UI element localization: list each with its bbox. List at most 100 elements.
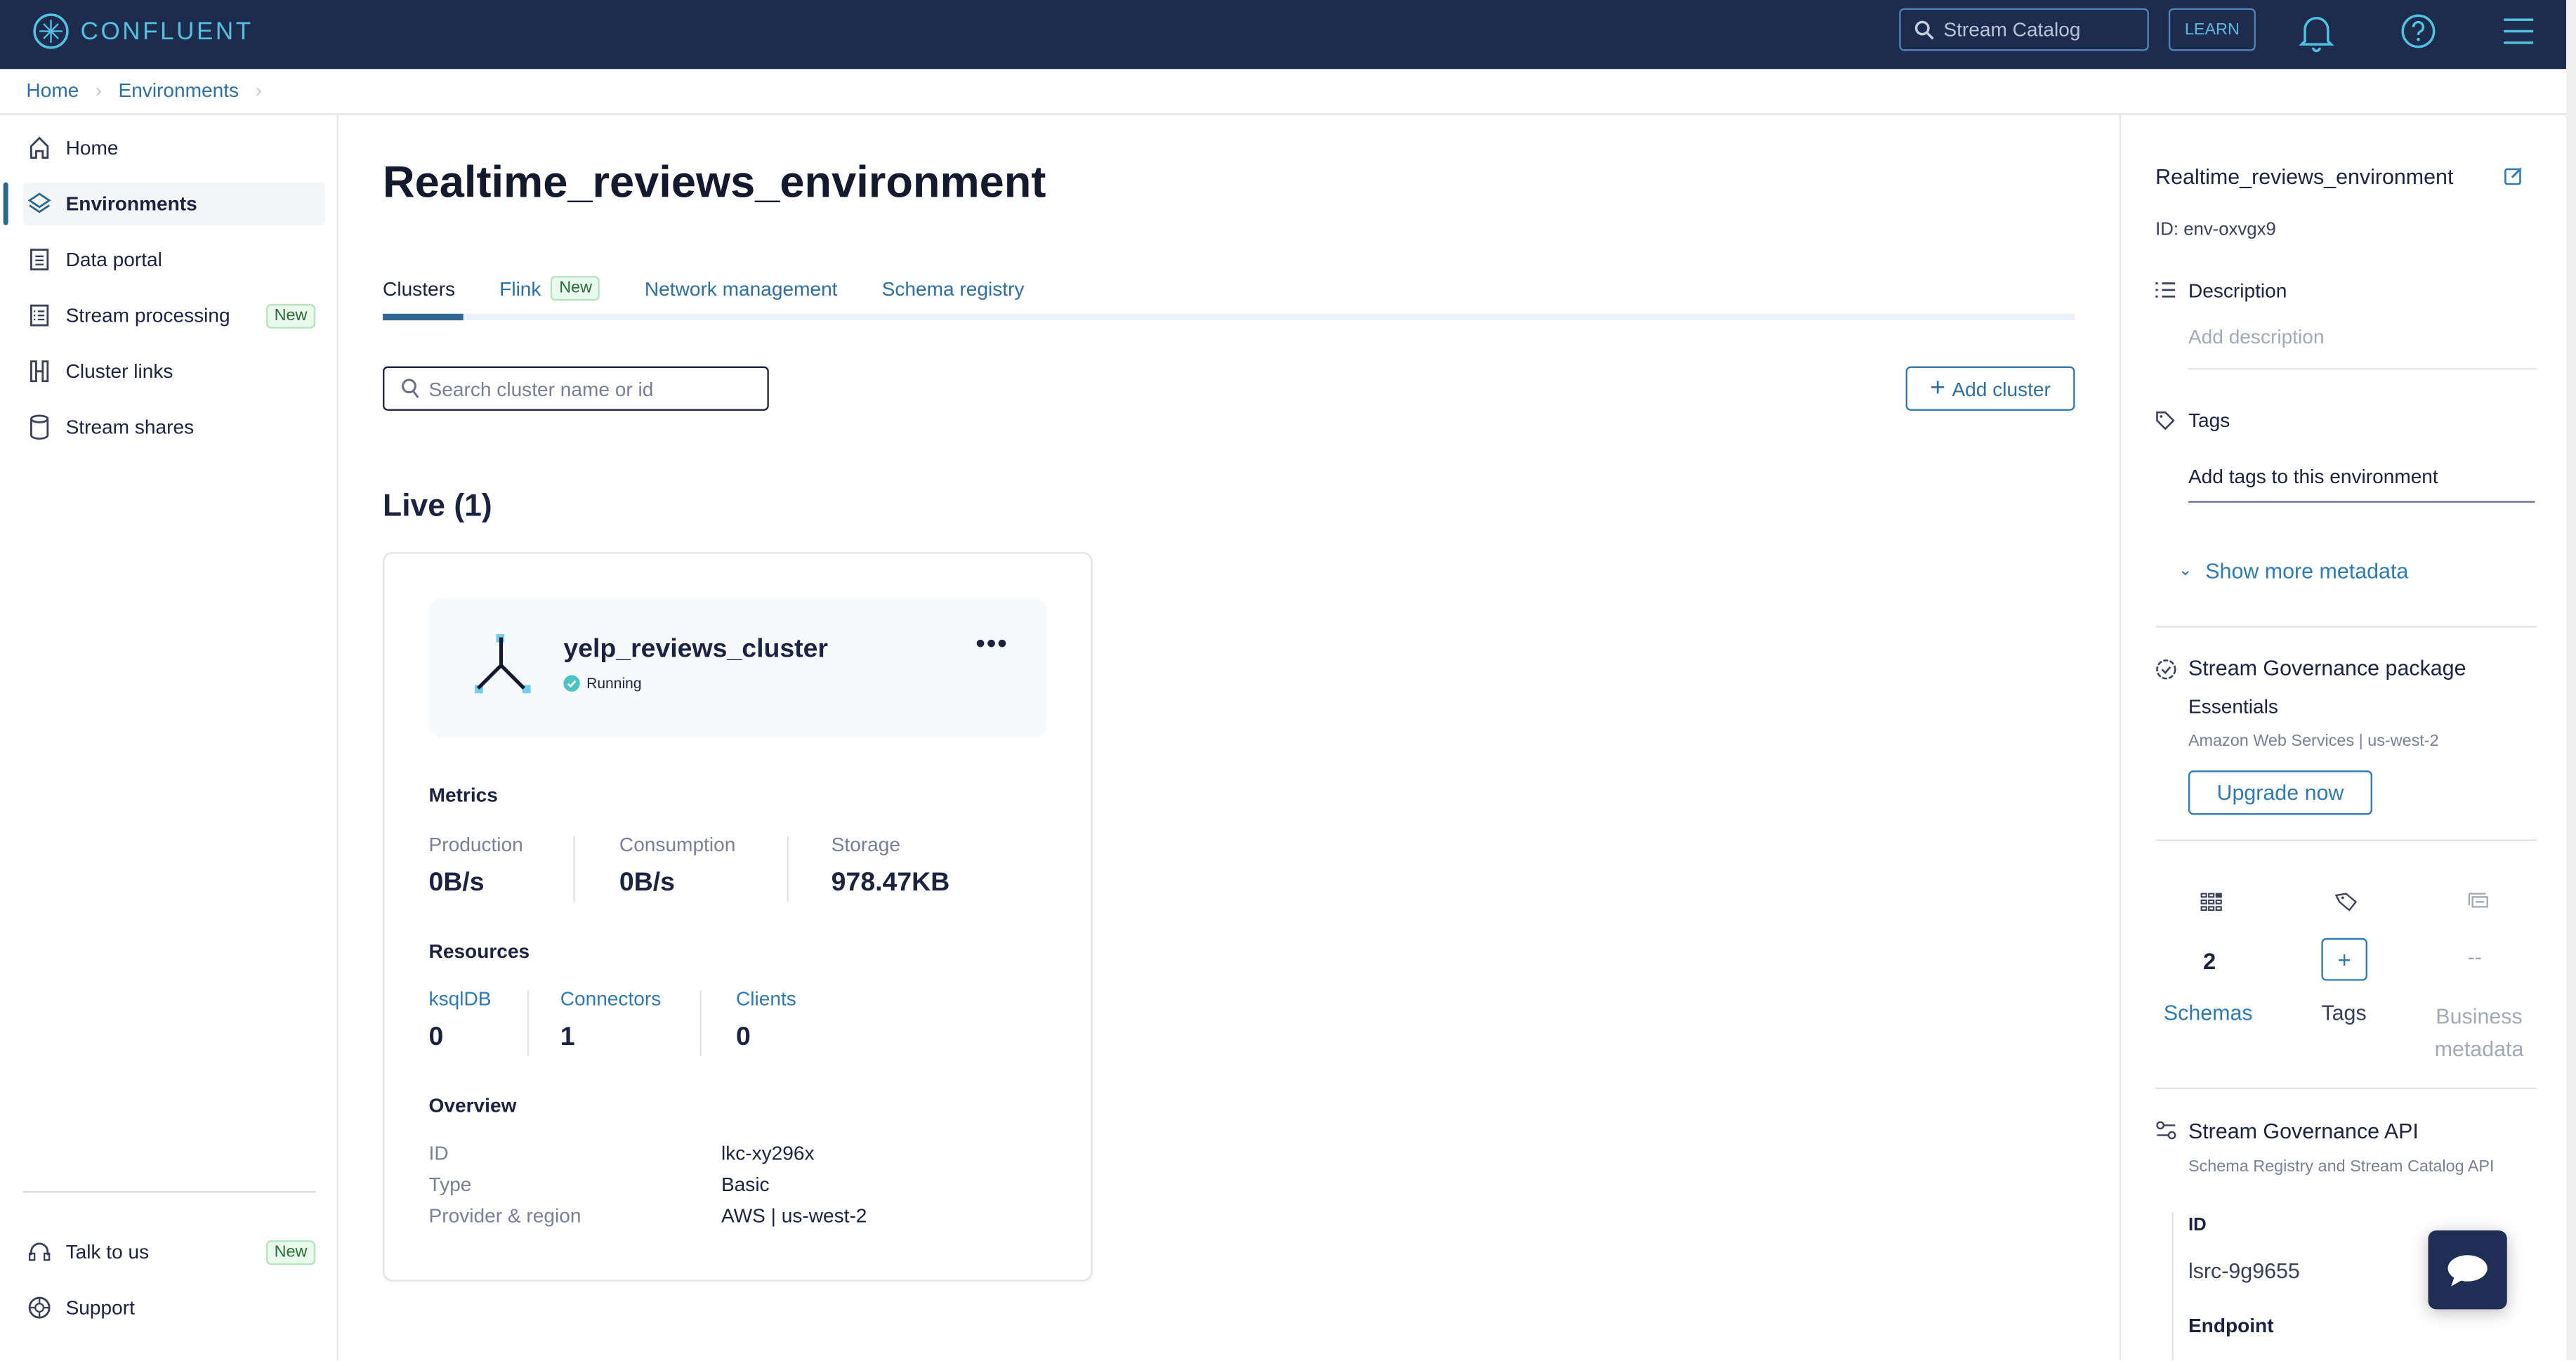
search-placeholder: Search cluster name or id <box>428 376 654 400</box>
sidebar-item-support[interactable]: Support <box>23 1287 325 1329</box>
cluster-card-header: yelp_reviews_cluster Running ••• <box>428 598 1047 738</box>
sidebar-item-stream-shares[interactable]: Stream shares <box>23 406 325 449</box>
cluster-card[interactable]: yelp_reviews_cluster Running ••• Metrics… <box>383 552 1093 1282</box>
api-title: Stream Governance API <box>2188 1119 2419 1144</box>
sidebar-item-home[interactable]: Home <box>23 126 325 169</box>
cluster-status: Running <box>563 675 642 692</box>
divider <box>2155 839 2537 841</box>
headset-icon <box>26 1240 52 1263</box>
breadcrumb: Home › Environments › <box>26 79 261 102</box>
new-badge: New <box>265 1240 316 1265</box>
sidebar-item-data-portal[interactable]: Data portal <box>23 238 325 281</box>
resource-link-ksqldb[interactable]: ksqlDB <box>429 987 492 1011</box>
breadcrumb-home[interactable]: Home <box>26 79 79 102</box>
cluster-search-input[interactable]: Search cluster name or id <box>383 366 769 411</box>
tags-stat-label: Tags <box>2321 1000 2367 1025</box>
tab-active-indicator <box>383 313 464 321</box>
menu-icon[interactable] <box>2500 16 2536 46</box>
list-icon <box>26 304 52 327</box>
link-icon <box>26 360 52 383</box>
resources-heading: Resources <box>428 940 530 963</box>
tab-label: Flink <box>499 277 541 300</box>
resource-value: 0 <box>428 1023 444 1052</box>
stream-catalog-search[interactable]: Stream Catalog <box>1899 8 2149 51</box>
scrollbar[interactable] <box>2565 0 2576 1360</box>
metric-value: 978.47KB <box>831 869 950 898</box>
check-circle-icon <box>563 675 580 692</box>
resource-link-clients[interactable]: Clients <box>736 987 796 1011</box>
tabs: Clusters Flink New Network management Sch… <box>383 276 1069 301</box>
tab-flink[interactable]: Flink New <box>499 276 600 301</box>
api-settings-icon <box>2156 1121 2176 1140</box>
schemas-link[interactable]: Schemas <box>2164 1001 2253 1025</box>
chat-button[interactable] <box>2428 1230 2507 1310</box>
breadcrumb-environments[interactable]: Environments <box>118 79 239 102</box>
sidebar-item-cluster-links[interactable]: Cluster links <box>23 350 325 393</box>
chevron-right-icon: › <box>255 79 262 103</box>
add-tag-button[interactable]: + <box>2321 938 2367 981</box>
help-icon[interactable] <box>2400 13 2436 49</box>
tags-label: Tags <box>2188 409 2230 433</box>
cluster-name[interactable]: yelp_reviews_cluster <box>563 636 828 665</box>
business-metadata-icon <box>2468 893 2488 908</box>
tab-network-management[interactable]: Network management <box>645 276 838 301</box>
sidebar-item-label: Environments <box>65 192 197 216</box>
divider <box>527 990 530 1057</box>
bell-icon[interactable] <box>2299 13 2334 53</box>
overview-label: Type <box>428 1173 472 1197</box>
status-label: Running <box>586 675 642 692</box>
live-heading: Live (1) <box>383 489 492 525</box>
governance-title: Stream Governance package <box>2188 655 2466 680</box>
lifebuoy-icon <box>26 1296 52 1320</box>
confluent-logo-icon <box>33 13 69 49</box>
tag-icon <box>2334 893 2358 912</box>
divider <box>2155 1087 2537 1089</box>
api-id-value: lsrc-9g9655 <box>2188 1258 2300 1283</box>
tab-label: Network management <box>644 277 838 300</box>
plus-icon: + <box>1930 374 1946 402</box>
chevron-right-icon: › <box>95 79 103 103</box>
learn-button[interactable]: LEARN <box>2168 8 2256 51</box>
divider <box>787 836 789 902</box>
governance-tier: Essentials <box>2188 695 2278 718</box>
page-title: Realtime_reviews_environment <box>383 157 1046 207</box>
tab-clusters[interactable]: Clusters <box>383 276 455 301</box>
document-icon <box>26 248 52 271</box>
more-options-icon[interactable]: ••• <box>976 631 1008 660</box>
environment-id: ID: env-oxvgx9 <box>2155 220 2276 240</box>
new-badge: New <box>265 303 316 328</box>
add-cluster-button[interactable]: + Add cluster <box>1905 366 2075 411</box>
edit-icon[interactable] <box>2504 166 2523 185</box>
confluent-logo[interactable]: CONFLUENT <box>33 13 254 49</box>
show-more-metadata-button[interactable]: ⌄ Show more metadata <box>2179 558 2408 583</box>
description-input[interactable]: Add description <box>2188 325 2537 370</box>
search-icon <box>402 379 419 399</box>
metric-label: Storage <box>831 833 901 856</box>
tab-label: Clusters <box>383 277 456 300</box>
new-badge: New <box>551 276 600 301</box>
grid-icon <box>2200 893 2222 912</box>
sidebar-item-label: Home <box>65 136 119 159</box>
home-icon <box>26 136 52 159</box>
overview-value: Basic <box>721 1173 770 1197</box>
tab-schema-registry[interactable]: Schema registry <box>882 276 1025 301</box>
cylinder-icon <box>26 414 52 440</box>
sidebar-item-talk-to-us[interactable]: Talk to us New <box>23 1230 325 1273</box>
schemas-count: 2 <box>2203 947 2216 975</box>
sidebar-item-label: Stream processing <box>65 303 230 327</box>
sidebar-item-stream-processing[interactable]: Stream processing New <box>23 294 325 337</box>
sidebar-item-environments[interactable]: Environments <box>3 182 326 225</box>
api-id-label: ID <box>2188 1216 2207 1236</box>
chevron-down-icon: ⌄ <box>2178 562 2193 580</box>
sidebar-item-label: Data portal <box>65 248 162 271</box>
metric-label: Production <box>428 833 523 856</box>
tags-input[interactable]: Add tags to this environment <box>2188 465 2535 503</box>
tag-icon <box>2156 411 2175 430</box>
resource-link-connectors[interactable]: Connectors <box>560 987 662 1011</box>
search-icon <box>1914 20 1934 39</box>
overview-value: AWS | us-west-2 <box>721 1204 867 1228</box>
overview-heading: Overview <box>428 1093 517 1117</box>
panel-title: Realtime_reviews_environment <box>2155 164 2454 190</box>
chat-bubble-icon <box>2447 1255 2488 1287</box>
upgrade-now-button[interactable]: Upgrade now <box>2188 770 2372 815</box>
